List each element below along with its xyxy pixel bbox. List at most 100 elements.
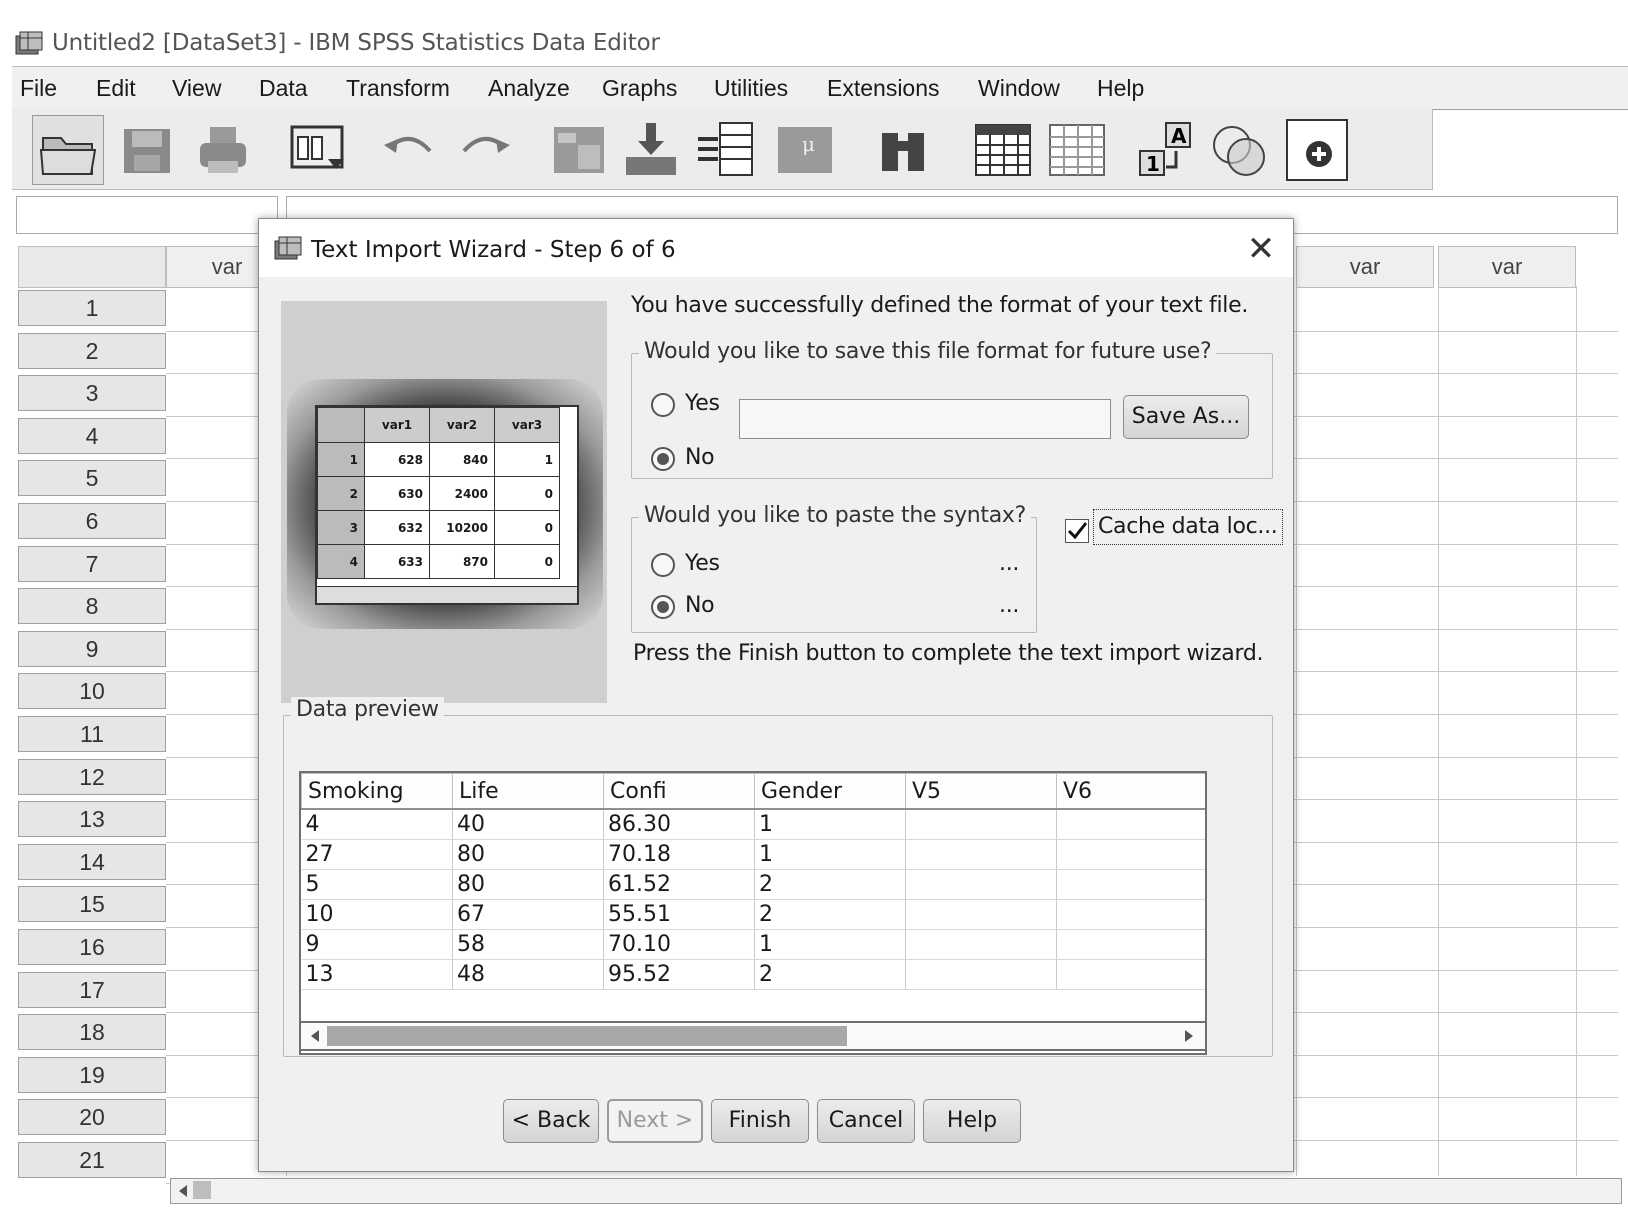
paste-syntax-yes-radio[interactable] [651, 553, 675, 577]
row-header[interactable]: 5 [18, 460, 166, 497]
data-preview-cell [905, 959, 1057, 990]
row-header[interactable]: 7 [18, 545, 166, 582]
paste-syntax-no-label[interactable]: No [685, 593, 715, 618]
menu-window[interactable]: Window [978, 75, 1060, 102]
cancel-button[interactable]: Cancel [817, 1099, 915, 1143]
data-preview-column-header[interactable]: V6 [1056, 773, 1205, 810]
open-folder-icon[interactable] [32, 115, 104, 185]
row-header[interactable]: 16 [18, 929, 166, 965]
paste-syntax-yes-label[interactable]: Yes [685, 551, 720, 576]
data-preview-column-header[interactable]: Gender [754, 773, 906, 810]
data-preview-horizontal-scrollbar[interactable] [299, 1021, 1207, 1051]
menu-help[interactable]: Help [1097, 75, 1144, 102]
save-icon[interactable] [116, 119, 178, 181]
menu-analyze[interactable]: Analyze [488, 75, 570, 102]
save-format-filename-field[interactable] [739, 399, 1111, 439]
row-header[interactable]: 18 [18, 1014, 166, 1051]
menu-view[interactable]: View [172, 75, 221, 102]
scroll-left-arrow-icon[interactable] [173, 1181, 193, 1201]
menu-file[interactable]: File [20, 75, 57, 102]
grid-horizontal-scrollbar[interactable] [170, 1178, 1622, 1204]
redo-icon[interactable] [454, 119, 516, 181]
menu-transform[interactable]: Transform [346, 75, 450, 102]
menu-data[interactable]: Data [259, 75, 308, 102]
save-format-no-radio[interactable] [651, 447, 675, 471]
menu-graphs[interactable]: Graphs [602, 75, 677, 102]
mini-table-cell: 632 [364, 510, 430, 545]
data-preview-scroll-thumb[interactable] [327, 1026, 847, 1046]
mini-table-cell: 840 [429, 442, 495, 477]
data-preview-cell: 9 [301, 929, 453, 960]
print-icon[interactable] [192, 119, 254, 181]
goto-case-icon[interactable] [548, 119, 610, 181]
mini-table-grid: var1 var2 var3 1 628 840 1 2 630 2400 0 3 632 10200 0 4… [317, 407, 560, 579]
column-header-var[interactable]: var [1438, 246, 1576, 288]
close-icon[interactable]: ✕ [1239, 227, 1283, 271]
row-header[interactable]: 2 [18, 332, 166, 369]
insert-variable-icon[interactable] [1046, 119, 1108, 181]
scroll-right-arrow-icon[interactable] [1179, 1026, 1199, 1046]
paste-syntax-no-radio[interactable] [651, 595, 675, 619]
data-preview-column-header[interactable]: Smoking [301, 773, 453, 810]
row-header[interactable]: 1 [18, 290, 166, 326]
data-preview-table[interactable]: SmokingLifeConfiGenderV5V6V744086.301278… [299, 771, 1207, 1055]
row-header[interactable]: 15 [18, 886, 166, 923]
menu-extensions[interactable]: Extensions [827, 75, 940, 102]
data-preview-cell: 61.52 [603, 869, 755, 900]
save-format-yes-radio[interactable] [651, 393, 675, 417]
data-preview-column-header[interactable]: V5 [905, 773, 1057, 810]
checkmark-icon [1067, 522, 1088, 540]
save-format-no-label[interactable]: No [685, 445, 715, 470]
data-preview-cell [1056, 959, 1205, 990]
row-header[interactable]: 9 [18, 630, 166, 667]
cache-data-label[interactable]: Cache data loc... [1093, 509, 1283, 545]
menu-utilities[interactable]: Utilities [714, 75, 788, 102]
column-header-var[interactable]: var [1296, 246, 1434, 288]
use-sets-icon[interactable] [1208, 119, 1270, 181]
finish-button[interactable]: Finish [711, 1099, 809, 1143]
value-labels-icon[interactable]: A1 [1136, 119, 1198, 181]
data-preview-row: 10 67 55.51 2 [301, 899, 1205, 930]
data-preview-cell: 2 [754, 869, 906, 900]
mini-table-cell: 2400 [429, 476, 495, 511]
mini-table-cell: 633 [364, 544, 430, 579]
row-header[interactable]: 17 [18, 971, 166, 1008]
row-header[interactable]: 12 [18, 758, 166, 795]
row-header[interactable]: 3 [18, 375, 166, 412]
row-header[interactable]: 14 [18, 843, 166, 880]
dialog-titlebar: Text Import Wizard - Step 6 of 6 ✕ [259, 219, 1293, 277]
row-header[interactable]: 6 [18, 503, 166, 539]
recall-dialog-icon[interactable] [286, 119, 348, 181]
scroll-left-arrow-icon[interactable] [305, 1026, 325, 1046]
menu-edit[interactable]: Edit [96, 75, 136, 102]
undo-icon[interactable] [378, 119, 440, 181]
grid-scroll-thumb[interactable] [193, 1181, 211, 1199]
row-header[interactable]: 21 [18, 1142, 166, 1178]
row-header[interactable]: 10 [18, 673, 166, 710]
row-header[interactable]: 11 [18, 716, 166, 752]
row-header[interactable]: 19 [18, 1056, 166, 1093]
row-header[interactable]: 13 [18, 801, 166, 838]
data-preview-column-header[interactable]: Confi [603, 773, 755, 810]
cache-data-checkbox[interactable] [1065, 519, 1089, 543]
row-header[interactable]: 8 [18, 588, 166, 625]
goto-variable-icon[interactable] [620, 119, 682, 181]
run-descriptives-icon[interactable]: μ [774, 119, 836, 181]
spss-app-icon [15, 31, 43, 55]
column-header-label: var [1491, 254, 1523, 279]
back-button[interactable]: < Back [503, 1099, 599, 1143]
data-preview-cell [1056, 839, 1205, 870]
next-button[interactable]: Next > [607, 1099, 703, 1143]
help-button[interactable]: Help [923, 1099, 1021, 1143]
insert-cases-icon[interactable] [972, 119, 1034, 181]
find-icon[interactable] [872, 119, 934, 181]
variables-icon[interactable] [694, 119, 756, 181]
mini-table-row-number: 3 [317, 510, 365, 545]
row-header[interactable]: 4 [18, 417, 166, 454]
cell-reference-box[interactable] [16, 196, 278, 234]
custom-dialog-icon[interactable] [1286, 119, 1348, 181]
row-header[interactable]: 20 [18, 1099, 166, 1136]
data-preview-column-header[interactable]: Life [452, 773, 604, 810]
save-as-button[interactable]: Save As... [1123, 395, 1249, 439]
save-format-yes-label[interactable]: Yes [685, 391, 720, 416]
